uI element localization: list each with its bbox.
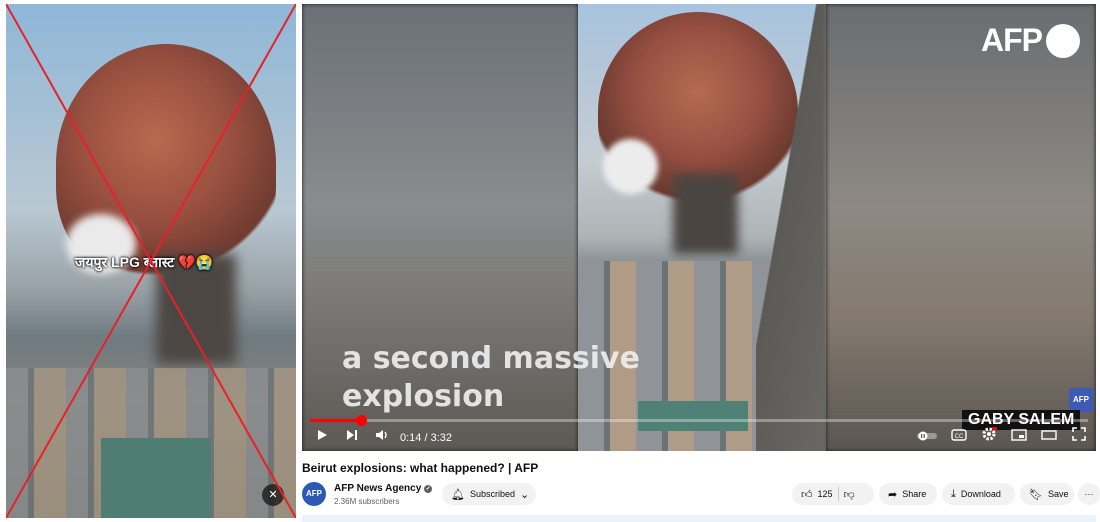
video-caption: जयपुर LPG ब्लास्ट 💔😭 <box>75 254 213 270</box>
download-label: Download <box>960 489 1001 499</box>
save-button[interactable]: 🔖︎ Save <box>1020 483 1074 505</box>
overlay-line-1: a second massive <box>342 341 640 376</box>
more-actions-button[interactable]: ··· <box>1078 483 1100 505</box>
chevron-down-icon: ⌄ <box>520 488 530 501</box>
download-icon: ⤓ <box>951 487 956 500</box>
subscriber-count: 2.36M subscribers <box>334 497 400 506</box>
share-arrow-icon: ➦ <box>888 488 898 501</box>
thumbs-down-icon[interactable]: 👎︎ <box>844 488 855 501</box>
settings-gear-icon[interactable] <box>978 426 1000 450</box>
like-dislike-group: 👍︎ 125 👎︎ <box>792 483 874 505</box>
next-icon[interactable] <box>342 426 362 450</box>
afp-logo-dot-icon <box>1046 23 1080 58</box>
video-overlay-text: a second massive explosion <box>342 340 662 416</box>
autoplay-toggle-icon[interactable] <box>914 426 940 450</box>
time-display: 0:14 / 3:32 <box>400 432 452 444</box>
channel-name-text[interactable]: AFP News Agency <box>334 483 421 494</box>
blurred-side-right <box>826 4 1096 451</box>
afp-badge: AFP <box>1069 388 1093 412</box>
progress-played <box>310 419 362 422</box>
captions-icon[interactable]: CC <box>948 426 970 450</box>
green-roof-building <box>101 438 211 518</box>
channel-name[interactable]: AFP News Agency ✓ <box>334 483 433 494</box>
subscribe-button[interactable]: 🔔︎ Subscribed ⌄ <box>442 483 536 505</box>
theater-mode-icon[interactable] <box>1038 426 1060 450</box>
bookmark-icon: 🔖︎ <box>1029 488 1043 501</box>
channel-avatar[interactable]: AFP <box>302 482 326 506</box>
volume-icon[interactable] <box>372 426 392 450</box>
like-count[interactable]: 125 <box>818 489 833 499</box>
play-icon[interactable] <box>312 426 332 450</box>
afp-logo-text: AFP <box>981 22 1043 58</box>
progress-bar[interactable] <box>310 415 1088 426</box>
player-controls: 0:14 / 3:32 CC <box>302 426 1096 450</box>
miniplayer-icon[interactable] <box>1008 426 1030 450</box>
more-actions-icon: ··· <box>1084 489 1094 499</box>
svg-text:CC: CC <box>955 434 964 440</box>
balcony-edge <box>756 4 826 451</box>
thumbs-up-icon[interactable]: 👍︎ <box>801 488 813 501</box>
download-button[interactable]: ⤓ Download <box>942 483 1015 505</box>
verified-check-icon: ✓ <box>424 485 433 493</box>
muted-speaker-icon[interactable]: ✕ <box>262 484 284 506</box>
share-label: Share <box>902 489 927 499</box>
afp-logo: AFP <box>981 22 1080 59</box>
bell-icon: 🔔︎ <box>451 488 465 501</box>
subscribe-label: Subscribed <box>469 489 515 499</box>
fullscreen-icon[interactable] <box>1068 426 1090 450</box>
video-title: Beirut explosions: what happened? | AFP <box>302 461 539 475</box>
white-smoke <box>603 139 658 194</box>
like-divider <box>837 487 839 501</box>
save-label: Save <box>1047 489 1069 499</box>
video-player[interactable]: AFP a second massive explosion AFP GABY … <box>302 4 1096 451</box>
smoke-column <box>673 174 738 254</box>
overlay-line-2: explosion <box>342 379 505 414</box>
share-button[interactable]: ➦ Share <box>879 483 937 505</box>
description-box-edge <box>302 515 1096 522</box>
